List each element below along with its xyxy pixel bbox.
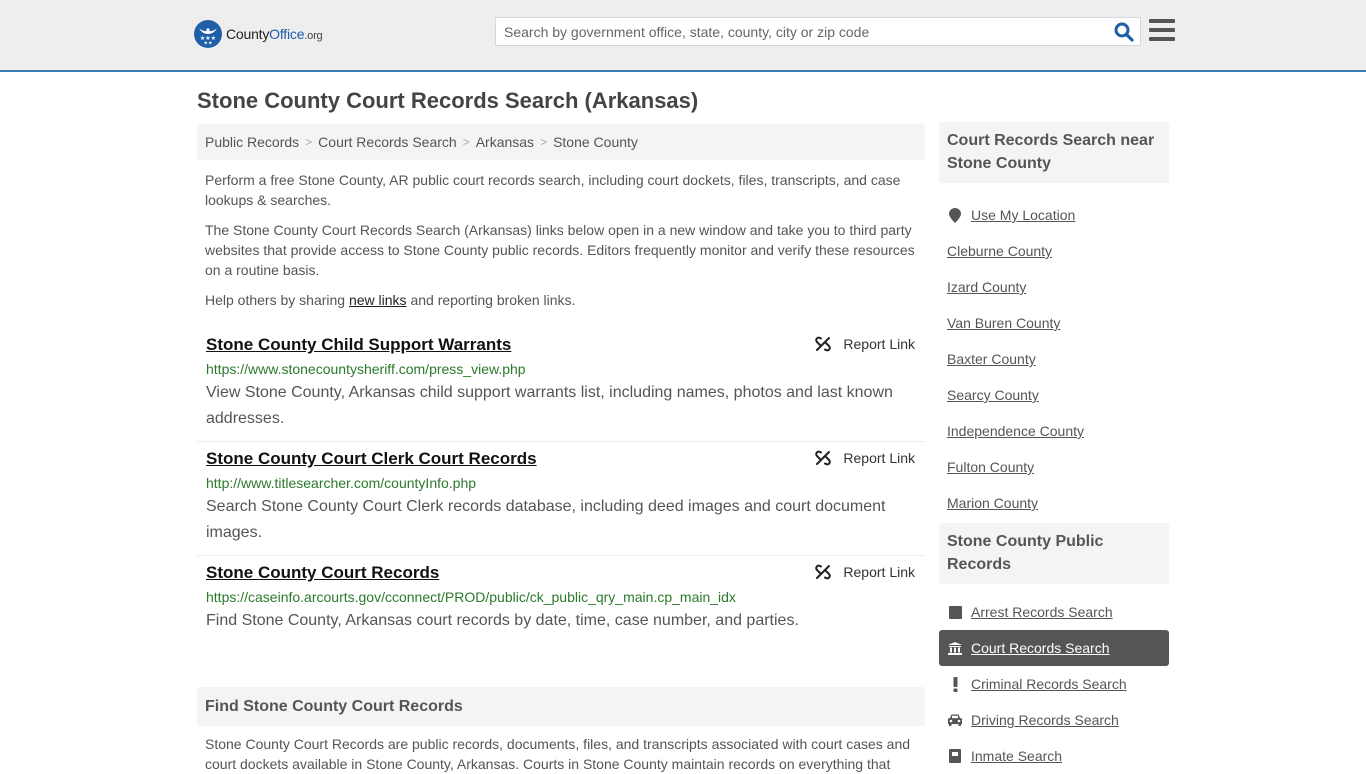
breadcrumb-public-records[interactable]: Public Records [205, 134, 299, 150]
criminal-records-link[interactable]: Criminal Records Search [971, 676, 1127, 692]
use-my-location-link[interactable]: Use My Location [971, 207, 1075, 223]
breadcrumb-court-records-search[interactable]: Court Records Search [318, 134, 457, 150]
nearby-county-link[interactable]: Independence County [947, 423, 1084, 439]
report-link-button[interactable]: Report Link [815, 564, 915, 580]
broken-link-icon [815, 450, 832, 466]
nearby-county-link[interactable]: Marion County [947, 495, 1038, 511]
square-icon [947, 605, 963, 619]
result-title-link[interactable]: Stone County Court Clerk Court Records [206, 447, 537, 471]
site-logo[interactable]: ★★★ ★★ CountyOffice.org [194, 20, 323, 48]
public-records-heading: Stone County Public Records [939, 523, 1169, 584]
nearby-county-link[interactable]: Searcy County [947, 387, 1039, 403]
result-description: Find Stone County, Arkansas court record… [206, 612, 799, 629]
result-description: View Stone County, Arkansas child suppor… [206, 384, 893, 427]
result-title-link[interactable]: Stone County Child Support Warrants [206, 333, 511, 357]
broken-link-icon [815, 336, 832, 352]
jail-icon [947, 749, 963, 763]
site-header: ★★★ ★★ CountyOffice.org [0, 0, 1366, 72]
search-bar [495, 17, 1141, 46]
hamburger-menu-icon[interactable] [1149, 19, 1175, 43]
public-records-panel: Stone County Public Records Arrest Recor… [939, 523, 1169, 774]
results-list: Stone County Child Support Warrants Repo… [197, 328, 925, 643]
result-title-link[interactable]: Stone County Court Records [206, 561, 439, 585]
result-url: https://www.stonecountysheriff.com/press… [206, 361, 526, 377]
exclamation-icon [947, 676, 963, 692]
nearby-county-item: Izard County [939, 269, 1169, 305]
breadcrumb-separator: > [462, 135, 470, 149]
logo-text: CountyOffice.org [226, 26, 323, 42]
sidebar-item-arrest-records[interactable]: Arrest Records Search [939, 594, 1169, 630]
nearby-county-item: Baxter County [939, 341, 1169, 377]
intro-paragraph-3: Help others by sharing new links and rep… [205, 292, 576, 308]
find-section-body: Stone County Court Records are public re… [205, 736, 911, 772]
nearby-county-link[interactable]: Cleburne County [947, 243, 1052, 259]
new-links-link[interactable]: new links [349, 292, 407, 308]
page-title: Stone County Court Records Search (Arkan… [197, 88, 699, 113]
breadcrumb-arkansas[interactable]: Arkansas [476, 134, 534, 150]
nearby-panel: Court Records Search near Stone County U… [939, 122, 1169, 521]
result-description: Search Stone County Court Clerk records … [206, 498, 886, 541]
sidebar-item-criminal-records[interactable]: Criminal Records Search [939, 666, 1169, 702]
intro-paragraph-1: Perform a free Stone County, AR public c… [205, 172, 901, 208]
intro-text: Perform a free Stone County, AR public c… [197, 170, 925, 310]
court-records-link[interactable]: Court Records Search [971, 640, 1110, 656]
sidebar-item-inmate-search[interactable]: Inmate Search [939, 738, 1169, 774]
nearby-county-item: Van Buren County [939, 305, 1169, 341]
search-icon [1114, 22, 1134, 42]
public-records-list: Arrest Records Search Court Records Sear… [939, 584, 1169, 774]
nearby-county-item: Independence County [939, 413, 1169, 449]
sidebar-item-court-records[interactable]: Court Records Search [939, 630, 1169, 666]
nearby-county-link[interactable]: Izard County [947, 279, 1026, 295]
arrest-records-link[interactable]: Arrest Records Search [971, 604, 1113, 620]
intro-paragraph-2: The Stone County Court Records Search (A… [205, 222, 915, 278]
inmate-search-link[interactable]: Inmate Search [971, 748, 1062, 764]
report-link-button[interactable]: Report Link [815, 450, 915, 466]
search-button[interactable] [1108, 18, 1140, 45]
result-url: https://caseinfo.arcourts.gov/cconnect/P… [206, 589, 736, 605]
breadcrumb-stone-county[interactable]: Stone County [553, 134, 638, 150]
broken-link-icon [815, 564, 832, 580]
result-item: Stone County Court Records Report Link h… [197, 556, 925, 643]
breadcrumb: Public Records > Court Records Search > … [197, 124, 925, 160]
use-my-location-item: Use My Location [939, 197, 1169, 233]
sidebar: Court Records Search near Stone County U… [939, 122, 1169, 774]
result-item: Stone County Child Support Warrants Repo… [197, 328, 925, 442]
sidebar-item-driving-records[interactable]: Driving Records Search [939, 702, 1169, 738]
nearby-county-item: Fulton County [939, 449, 1169, 485]
find-section-heading: Find Stone County Court Records [197, 687, 925, 726]
result-item: Stone County Court Clerk Court Records R… [197, 442, 925, 556]
nearby-heading: Court Records Search near Stone County [939, 122, 1169, 183]
nearby-county-item: Cleburne County [939, 233, 1169, 269]
breadcrumb-separator: > [305, 135, 313, 149]
nearby-county-item: Searcy County [939, 377, 1169, 413]
nearby-county-link[interactable]: Fulton County [947, 459, 1034, 475]
eagle-stars-badge-icon: ★★★ ★★ [194, 20, 222, 48]
courthouse-icon [947, 641, 963, 655]
main-content: Public Records > Court Records Search > … [197, 124, 925, 774]
nearby-county-link[interactable]: Baxter County [947, 351, 1036, 367]
nearby-county-link[interactable]: Van Buren County [947, 315, 1060, 331]
breadcrumb-separator: > [540, 135, 548, 149]
nearby-county-item: Marion County [939, 485, 1169, 521]
driving-records-link[interactable]: Driving Records Search [971, 712, 1119, 728]
svg-text:★★: ★★ [204, 41, 213, 46]
map-pin-icon [947, 207, 963, 223]
search-input[interactable] [496, 18, 1108, 45]
nearby-list: Use My Location Cleburne County Izard Co… [939, 183, 1169, 521]
report-link-button[interactable]: Report Link [815, 336, 915, 352]
car-icon [947, 714, 963, 726]
result-url: http://www.titlesearcher.com/countyInfo.… [206, 475, 477, 491]
